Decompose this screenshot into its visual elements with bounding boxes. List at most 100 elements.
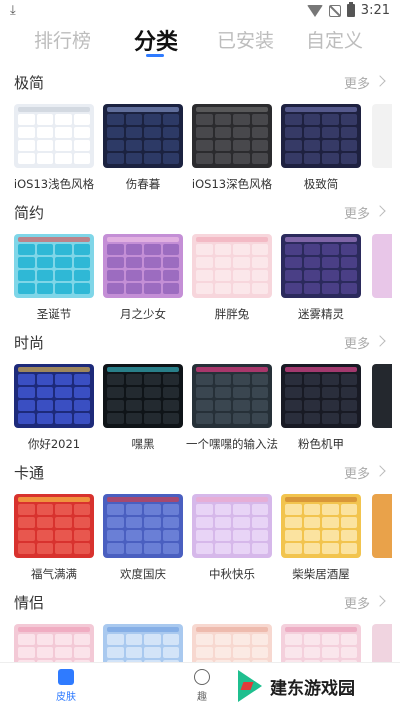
chevron-right-icon[interactable] bbox=[374, 465, 386, 477]
category-tabs: 排行榜 分类 已安装 自定义 bbox=[0, 24, 400, 64]
tab-custom[interactable]: 自定义 bbox=[306, 26, 363, 53]
skin-thumbnail bbox=[14, 494, 94, 558]
skin-name: 欢度国庆 bbox=[120, 567, 166, 581]
skin-name: 嘿黑 bbox=[131, 437, 155, 451]
skin-thumbnail bbox=[192, 624, 272, 662]
more-link[interactable]: 更多 bbox=[344, 333, 370, 352]
skin-card[interactable]: 福气满满 bbox=[14, 494, 94, 582]
skin-name: iOS13浅色风格 bbox=[13, 177, 95, 191]
nav-skins[interactable]: 皮肤 bbox=[36, 669, 96, 703]
battery-icon bbox=[346, 2, 355, 17]
skin-card[interactable]: 胖胖兔 bbox=[192, 234, 272, 322]
skin-card[interactable]: 极致简 bbox=[281, 104, 361, 192]
skin-thumbnail bbox=[192, 234, 272, 298]
skin-card[interactable]: 嘿黑 bbox=[103, 364, 183, 452]
skin-thumbnail bbox=[14, 104, 94, 168]
more-link[interactable]: 更多 bbox=[344, 593, 370, 612]
skin-thumbnail bbox=[192, 494, 272, 558]
category-list: 极简 更多 iOS13浅色风格 伤春暮 iOS13深色风格 极致简 简约 更多 圣诞节 月之少女胖… bbox=[0, 64, 400, 662]
watermark-logo-icon bbox=[236, 668, 266, 704]
skin-card[interactable]: 粉色机甲 bbox=[281, 364, 361, 452]
skin-name: 你好2021 bbox=[27, 437, 81, 451]
skin-name: 极致简 bbox=[303, 177, 339, 191]
nav-skins-label: 皮肤 bbox=[56, 692, 76, 703]
status-bar: ⤓ 3:21 bbox=[0, 0, 400, 24]
section-title: 极简 bbox=[14, 74, 45, 92]
skin-card[interactable]: 一个嘿嘿的输入法 bbox=[186, 364, 278, 452]
more-link[interactable]: 更多 bbox=[344, 203, 370, 222]
tab-ranking[interactable]: 排行榜 bbox=[34, 26, 91, 53]
more-link[interactable]: 更多 bbox=[344, 73, 370, 92]
skin-card[interactable]: 中秋快乐 bbox=[192, 494, 272, 582]
skin-thumbnail bbox=[192, 364, 272, 428]
chevron-right-icon[interactable] bbox=[374, 205, 386, 217]
download-icon: ⤓ bbox=[10, 3, 16, 18]
skin-card[interactable]: 月之少女 bbox=[103, 234, 183, 322]
tab-installed[interactable]: 已安装 bbox=[217, 26, 274, 53]
section: 卡通 更多福气满满 欢度国庆 中秋快乐 柴柴居酒屋 bbox=[0, 462, 400, 592]
tab-categories[interactable]: 分类 bbox=[134, 24, 178, 56]
active-tab-indicator bbox=[146, 54, 164, 57]
skin-card[interactable] bbox=[14, 624, 94, 662]
nav-fun-label: 趣 bbox=[197, 692, 207, 703]
skin-name: 中秋快乐 bbox=[209, 567, 255, 581]
section-title: 简约 bbox=[14, 204, 45, 222]
next-skin-thumbnail[interactable] bbox=[372, 234, 392, 298]
skin-thumbnail bbox=[103, 624, 183, 662]
skin-thumbnail bbox=[14, 234, 94, 298]
skin-card[interactable] bbox=[103, 624, 183, 662]
no-signal-icon bbox=[328, 4, 341, 17]
chevron-right-icon[interactable] bbox=[374, 335, 386, 347]
next-skin-thumbnail[interactable] bbox=[372, 104, 392, 168]
section-title: 卡通 bbox=[14, 464, 45, 482]
skin-thumbnail bbox=[103, 494, 183, 558]
skin-card[interactable] bbox=[192, 624, 272, 662]
next-skin-thumbnail[interactable] bbox=[372, 494, 392, 558]
skin-card[interactable]: iOS13深色风格 bbox=[192, 104, 272, 192]
skin-card[interactable]: 迷雾精灵 bbox=[281, 234, 361, 322]
skin-thumbnail bbox=[14, 624, 94, 662]
section: 极简 更多 iOS13浅色风格 伤春暮 iOS13深色风格 极致简 bbox=[0, 72, 400, 202]
chevron-right-icon[interactable] bbox=[374, 595, 386, 607]
skin-thumbnail bbox=[14, 364, 94, 428]
skin-name: 柴柴居酒屋 bbox=[292, 567, 350, 581]
clock: 3:21 bbox=[360, 3, 390, 18]
watermark-text: 建东游戏园 bbox=[270, 678, 355, 699]
section-title: 时尚 bbox=[14, 334, 45, 352]
skin-card[interactable]: 柴柴居酒屋 bbox=[281, 494, 361, 582]
wifi-icon bbox=[306, 4, 323, 17]
section: 时尚 更多你好2021 嘿黑 一个嘿嘿的输入法 粉色机甲 bbox=[0, 332, 400, 462]
skin-thumbnail bbox=[281, 234, 361, 298]
next-skin-thumbnail[interactable] bbox=[372, 364, 392, 428]
skin-card[interactable]: 欢度国庆 bbox=[103, 494, 183, 582]
skin-thumbnail bbox=[281, 364, 361, 428]
section: 情侣 更多 bbox=[0, 592, 400, 662]
skin-name: iOS13深色风格 bbox=[191, 177, 273, 191]
skin-name: 迷雾精灵 bbox=[298, 307, 344, 321]
skin-name: 圣诞节 bbox=[36, 307, 72, 321]
skin-thumbnail bbox=[192, 104, 272, 168]
nav-fun[interactable]: 趣 bbox=[172, 669, 232, 703]
skin-thumbnail bbox=[103, 364, 183, 428]
chevron-right-icon[interactable] bbox=[374, 75, 386, 87]
next-skin-thumbnail[interactable] bbox=[372, 624, 392, 662]
skin-thumbnail bbox=[281, 104, 361, 168]
skin-thumbnail bbox=[103, 104, 183, 168]
skin-name: 伤春暮 bbox=[125, 177, 161, 191]
skin-card[interactable]: 圣诞节 bbox=[14, 234, 94, 322]
skin-card[interactable]: 伤春暮 bbox=[103, 104, 183, 192]
watermark: 建东游戏园 bbox=[236, 664, 386, 708]
section: 简约 更多圣诞节 月之少女 胖胖兔 迷雾精灵 bbox=[0, 202, 400, 332]
skin-name: 福气满满 bbox=[31, 567, 77, 581]
skin-card[interactable] bbox=[281, 624, 361, 662]
skin-name: 胖胖兔 bbox=[214, 307, 250, 321]
skin-thumbnail bbox=[103, 234, 183, 298]
shirt-icon bbox=[58, 669, 74, 685]
skin-card[interactable]: iOS13浅色风格 bbox=[14, 104, 94, 192]
more-link[interactable]: 更多 bbox=[344, 463, 370, 482]
skin-card[interactable]: 你好2021 bbox=[14, 364, 94, 452]
skin-thumbnail bbox=[281, 494, 361, 558]
skin-name: 月之少女 bbox=[120, 307, 166, 321]
skin-name: 一个嘿嘿的输入法 bbox=[186, 437, 278, 451]
fun-icon bbox=[194, 669, 210, 685]
